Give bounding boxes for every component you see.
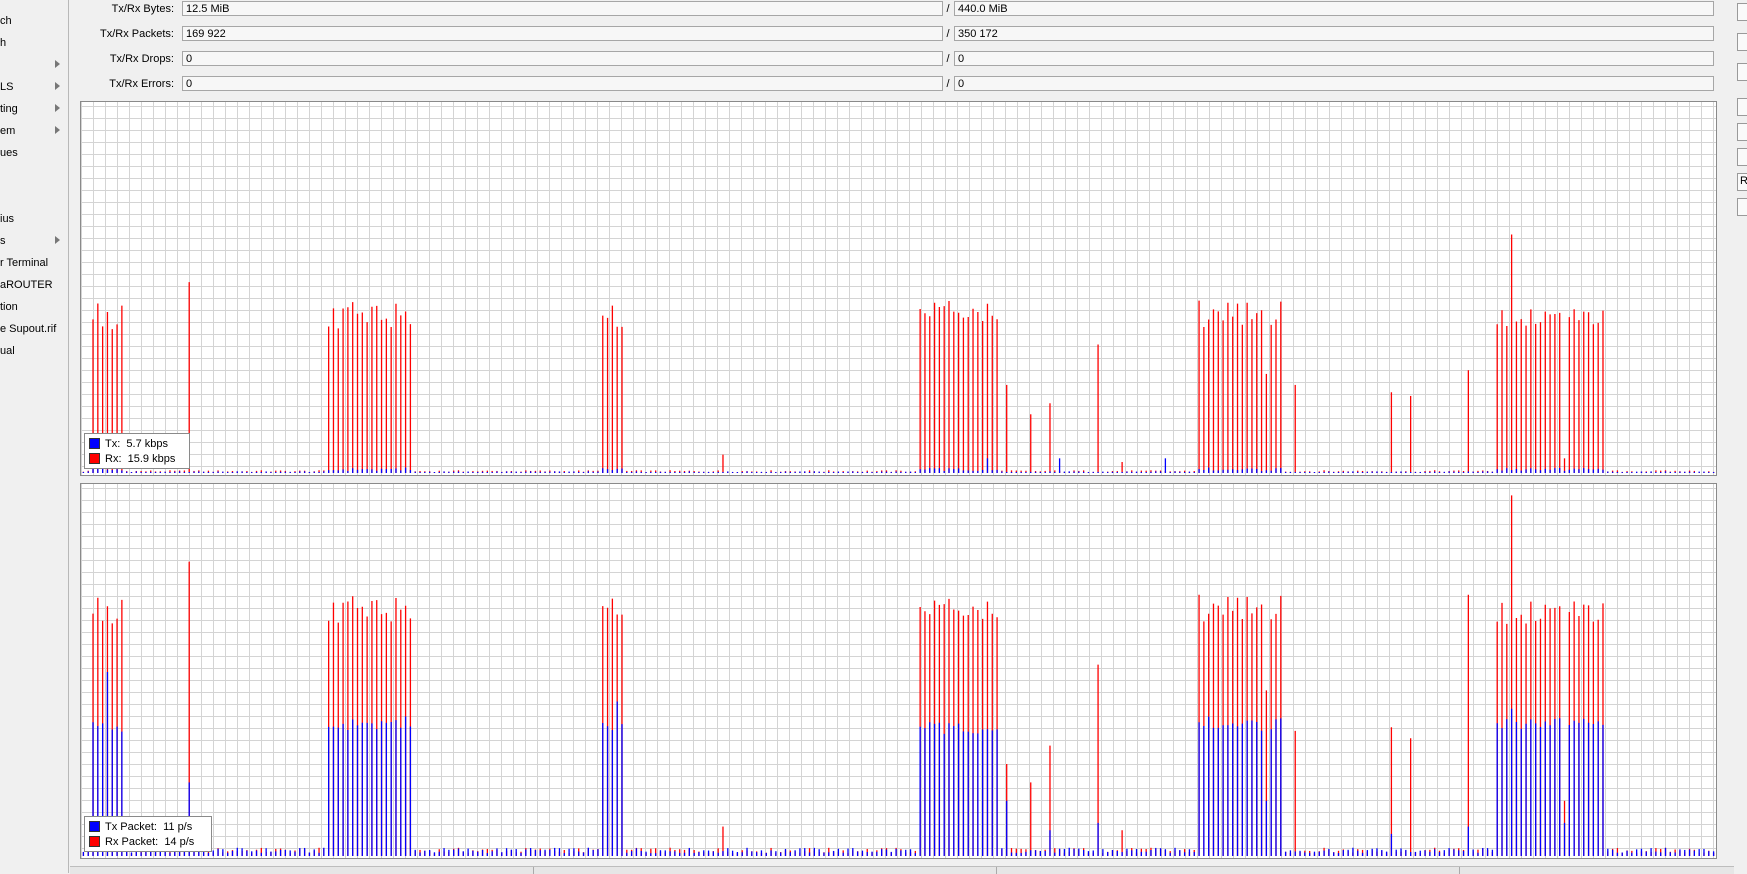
sidebar-menu: ch h LS ting em ues ius s r Terminal aROUTER tion e… — [0, 0, 69, 873]
series-rx — [82, 234, 1715, 473]
sidebar-item[interactable]: ual — [0, 341, 66, 361]
sidebar-item[interactable] — [0, 165, 66, 185]
packet-graph: Tx Packet: 11 p/s Rx Packet: 14 p/s — [80, 483, 1717, 859]
legend-tx-value: 5.7 kbps — [126, 437, 168, 450]
sidebar-item-label: e Supout.rif — [0, 323, 57, 335]
tx-drops-field[interactable]: 0 — [182, 51, 943, 66]
packets-separator: / — [946, 28, 950, 40]
sidebar-item-label: tion — [0, 301, 18, 313]
sidebar-item-label: ues — [0, 147, 18, 159]
drops-separator: / — [946, 53, 950, 65]
panel-side-button[interactable] — [1737, 148, 1747, 166]
panel-side-button[interactable] — [1737, 98, 1747, 116]
sidebar-item[interactable]: aROUTER — [0, 275, 66, 295]
panel-side-button[interactable] — [1737, 63, 1747, 81]
bytes-separator: / — [946, 3, 950, 15]
sidebar-item-label: ual — [0, 345, 15, 357]
sidebar-item[interactable]: tion — [0, 297, 66, 317]
sidebar-item-label: s — [0, 235, 6, 247]
rx-swatch — [89, 453, 100, 464]
series-tx — [82, 458, 1715, 473]
tx-packets-field[interactable]: 169 922 — [182, 26, 943, 41]
legend-rx-packet-label: Rx Packet: — [105, 835, 159, 848]
sidebar-item-label: ch — [0, 15, 12, 27]
sidebar-item[interactable] — [0, 187, 66, 207]
rx-errors-field[interactable]: 0 — [954, 76, 1714, 91]
legend-tx-packet-value: 11 p/s — [163, 820, 193, 833]
sidebar-item[interactable]: ting — [0, 99, 66, 119]
legend-tx: Tx: 5.7 kbps — [89, 436, 185, 451]
panel-side-button[interactable] — [1737, 123, 1747, 141]
legend-rx-value: 15.9 kbps — [127, 452, 176, 465]
packet-legend: Tx Packet: 11 p/s Rx Packet: 14 p/s — [84, 816, 212, 852]
legend-rx-label: Rx: — [105, 452, 122, 465]
chart-grid — [81, 484, 1716, 858]
sidebar-item[interactable]: e Supout.rif — [0, 319, 66, 339]
tx-rx-packets-label: Tx/Rx Packets: — [100, 28, 174, 40]
legend-tx-packet-label: Tx Packet: — [105, 820, 157, 833]
legend-rx: Rx: 15.9 kbps — [89, 451, 185, 466]
tx-rx-errors-label: Tx/Rx Errors: — [109, 78, 174, 90]
panel-side-button[interactable] — [1737, 33, 1747, 51]
sidebar-item-label: aROUTER — [0, 279, 53, 291]
series-rx-packet — [82, 495, 1715, 856]
rx-drops-field[interactable]: 0 — [954, 51, 1714, 66]
sidebar-item[interactable]: s — [0, 231, 66, 251]
sidebar-item[interactable]: ius — [0, 209, 66, 229]
tx-packet-swatch — [89, 821, 100, 832]
sidebar-item-label: ting — [0, 103, 18, 115]
sidebar-item-label: ius — [0, 213, 15, 225]
legend-rx-packet-value: 14 p/s — [164, 835, 195, 848]
sidebar-item-label: r Terminal — [0, 257, 49, 269]
packet-chart — [81, 484, 1716, 858]
errors-separator: / — [946, 78, 950, 90]
tx-rx-drops-label: Tx/Rx Drops: — [109, 53, 174, 65]
tx-bytes-field[interactable]: 12.5 MiB — [182, 1, 943, 16]
tx-errors-field[interactable]: 0 — [182, 76, 943, 91]
sidebar-item[interactable]: ues — [0, 143, 66, 163]
legend-rx-packet: Rx Packet: 14 p/s — [89, 834, 207, 849]
submenu-arrow-icon — [55, 126, 60, 134]
panel-side-button[interactable] — [1737, 198, 1747, 216]
traffic-chart — [81, 102, 1716, 475]
rx-packet-swatch — [89, 836, 100, 847]
traffic-legend: Tx: 5.7 kbps Rx: 15.9 kbps — [84, 433, 190, 469]
submenu-arrow-icon — [55, 236, 60, 244]
rx-packets-field[interactable]: 350 172 — [954, 26, 1714, 41]
sidebar-item-label: em — [0, 125, 16, 137]
tx-swatch — [89, 438, 100, 449]
sidebar-item[interactable]: r Terminal — [0, 253, 66, 273]
rx-bytes-field[interactable]: 440.0 MiB — [954, 1, 1714, 16]
panel-side-button-label: R — [1740, 175, 1747, 187]
panel-side-button[interactable]: R — [1737, 173, 1747, 191]
traffic-graph: Tx: 5.7 kbps Rx: 15.9 kbps — [80, 101, 1717, 476]
legend-tx-label: Tx: — [105, 437, 121, 450]
sidebar-item[interactable]: em — [0, 121, 66, 141]
panel-side-button[interactable] — [1737, 3, 1747, 21]
legend-tx-packet: Tx Packet: 11 p/s — [89, 819, 207, 834]
submenu-arrow-icon — [55, 104, 60, 112]
tx-rx-bytes-label: Tx/Rx Bytes: — [111, 3, 174, 15]
chart-grid — [81, 102, 1716, 475]
